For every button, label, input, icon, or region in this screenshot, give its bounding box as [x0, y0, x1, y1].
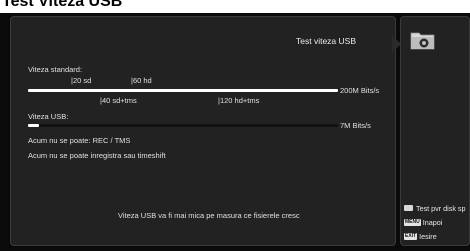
screen-title: Test viteza USB	[296, 36, 356, 46]
footer-note: Viteza USB va fi mai mica pe masura ce f…	[118, 211, 300, 220]
exit-key-icon: EXIT	[404, 232, 418, 240]
standard-speed-label: Viteza standard:	[28, 65, 83, 74]
standard-speed-bar	[28, 89, 338, 92]
page-heading: Test Viteza USB	[2, 0, 123, 10]
menu-item-test-pvr[interactable]: Test pvr disk sp	[404, 204, 466, 213]
status-line-rec-tms: Acum nu se poate: REC / TMS	[28, 136, 131, 145]
tv-screen: Test viteza USB Viteza standard: |20 sd …	[0, 13, 470, 251]
usb-speed-label: Viteza USB:	[28, 112, 69, 121]
mark-20-sd: |20 sd	[71, 76, 92, 85]
panel-arrow	[392, 35, 401, 53]
status-line-record-timeshift: Acum nu se poate inregistra sau timeshif…	[28, 151, 166, 160]
menu-item-exit-label: Iesire	[419, 232, 437, 241]
square-key-icon	[404, 205, 413, 212]
folder-settings-icon	[410, 32, 435, 50]
usb-speed-track	[28, 124, 338, 127]
menu-item-back[interactable]: MENU Inapoi	[404, 218, 442, 227]
standard-max-label: 200M Bits/s	[340, 86, 380, 95]
usb-speed-bar	[28, 124, 39, 127]
menu-key-icon: MENU	[404, 218, 421, 226]
mark-60-hd: |60 hd	[131, 76, 152, 85]
menu-item-exit[interactable]: EXIT Iesire	[404, 232, 437, 241]
menu-item-test-pvr-label: Test pvr disk sp	[416, 204, 466, 213]
mark-40-sd-tms: |40 sd+tms	[100, 96, 137, 105]
menu-item-back-label: Inapoi	[422, 218, 443, 227]
usb-speed-value: 7M Bits/s	[340, 121, 371, 130]
mark-120-hd-tms: |120 hd+tms	[218, 96, 260, 105]
